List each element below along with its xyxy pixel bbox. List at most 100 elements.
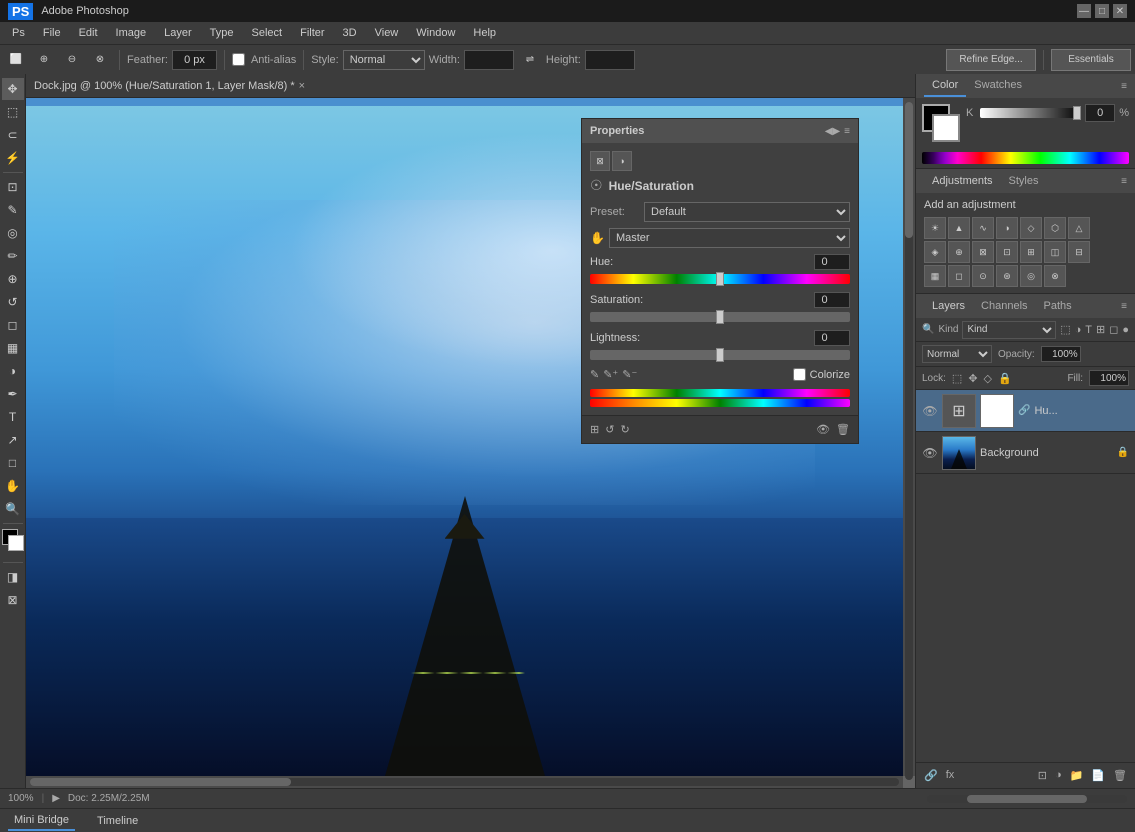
prop-icon-2[interactable]: ◑ [612, 151, 632, 171]
layer-adj-btn[interactable]: ◑ [1055, 769, 1062, 782]
window-controls[interactable]: — □ ✕ [1077, 4, 1127, 18]
crop-tool[interactable]: ⊡ [2, 176, 24, 198]
levels-icon[interactable]: ▲ [948, 217, 970, 239]
layer-item-background[interactable]: 👁 Background 🔒 [916, 432, 1135, 474]
layer-delete-btn[interactable]: 🗑 [1113, 769, 1127, 782]
curves-icon[interactable]: ∿ [972, 217, 994, 239]
saturation-handle[interactable] [716, 310, 724, 324]
fill-input[interactable] [1089, 370, 1129, 386]
lock-artboard-icon[interactable]: ◇ [984, 372, 992, 385]
width-input[interactable] [464, 50, 514, 70]
hue-value-input[interactable]: 0 [814, 254, 850, 270]
properties-menu-icon[interactable]: ≡ [844, 126, 850, 137]
color-fill-icon[interactable]: ⊛ [996, 265, 1018, 287]
preset-select[interactable]: Default Custom [644, 202, 850, 222]
k-value-input[interactable] [1085, 104, 1115, 122]
background-color[interactable] [8, 535, 24, 551]
maximize-button[interactable]: □ [1095, 4, 1109, 18]
hscroll-thumb[interactable] [30, 778, 291, 786]
subtract-btn[interactable]: ⊖ [60, 49, 84, 71]
refine-edge-button[interactable]: Refine Edge... [946, 49, 1036, 71]
quick-mask-tool[interactable]: ◨ [2, 566, 24, 588]
intersect-btn[interactable]: ⊗ [88, 49, 112, 71]
layer-vis-bg[interactable]: 👁 [922, 446, 938, 460]
gradient-tool[interactable]: ▦ [2, 337, 24, 359]
type-tool[interactable]: T [2, 406, 24, 428]
visibility-icon[interactable]: 👁 [816, 423, 830, 436]
swap-dimensions-btn[interactable]: ⇌ [518, 49, 542, 71]
channels-tab[interactable]: Channels [973, 296, 1035, 316]
color-tab[interactable]: Color [924, 75, 966, 97]
filter-type-icon[interactable]: T [1085, 324, 1092, 336]
history-brush-tool[interactable]: ↺ [2, 291, 24, 313]
reset-icon[interactable]: ↻ [620, 423, 629, 436]
layer-new-btn[interactable]: 📄 [1091, 769, 1105, 782]
layer-group-btn[interactable]: 📁 [1070, 769, 1084, 782]
add-btn[interactable]: ⊕ [32, 49, 56, 71]
background-color-swatch[interactable] [932, 114, 960, 142]
close-button[interactable]: ✕ [1113, 4, 1127, 18]
opacity-input[interactable] [1041, 346, 1081, 362]
layers-tab[interactable]: Layers [924, 296, 973, 316]
pen-tool[interactable]: ✒ [2, 383, 24, 405]
paths-tab[interactable]: Paths [1036, 296, 1080, 316]
minimize-button[interactable]: — [1077, 4, 1091, 18]
hue-sat-icon2[interactable]: ⬡ [1044, 217, 1066, 239]
exposure-icon[interactable]: ◑ [996, 217, 1018, 239]
preview-btn[interactable]: ▶ [52, 793, 60, 804]
gradient-map-icon[interactable]: ▦ [924, 265, 946, 287]
layer-link-icon[interactable]: 🔗 [924, 769, 938, 782]
screen-mode-btn[interactable]: ⊠ [2, 589, 24, 611]
menu-3d[interactable]: 3D [335, 25, 365, 41]
lightness-value-input[interactable] [814, 330, 850, 346]
style-select[interactable]: Normal Fixed Ratio Fixed Size [343, 50, 425, 70]
path-select-tool[interactable]: ↗ [2, 429, 24, 451]
menu-ps[interactable]: Ps [4, 25, 33, 41]
height-input[interactable] [585, 50, 635, 70]
menu-image[interactable]: Image [108, 25, 155, 41]
menu-help[interactable]: Help [465, 25, 504, 41]
feather-input[interactable] [172, 50, 217, 70]
menu-window[interactable]: Window [408, 25, 463, 41]
delete-icon[interactable]: 🗑 [836, 423, 850, 436]
colorize-checkbox[interactable] [793, 368, 806, 381]
adjustments-tab[interactable]: Adjustments [924, 171, 1001, 191]
clip-to-layer-icon[interactable]: ⊞ [590, 423, 599, 436]
canvas-hscroll[interactable] [26, 776, 903, 788]
marquee-tool-btn[interactable]: ⬜ [4, 49, 28, 71]
lock-pixels-icon[interactable]: ⬚ [952, 372, 962, 385]
layer-item-hue-sat[interactable]: 👁 ⊞ 🔗 Hu... [916, 390, 1135, 432]
filter-toggle[interactable]: ● [1122, 324, 1129, 336]
threshold-icon[interactable]: ⊟ [1068, 241, 1090, 263]
dodge-tool[interactable]: ◑ [2, 360, 24, 382]
canvas-vscroll[interactable] [903, 98, 915, 776]
eraser-tool[interactable]: ◻ [2, 314, 24, 336]
move-tool[interactable]: ✥ [2, 78, 24, 100]
timeline-tab[interactable]: Timeline [91, 812, 144, 830]
channel-select[interactable]: Master Reds Yellows Greens Cyans Blues M… [609, 228, 850, 248]
kind-select[interactable]: Kind Name Effect Mode Attribute Color [962, 321, 1056, 339]
posterize-icon[interactable]: ◫ [1044, 241, 1066, 263]
menu-select[interactable]: Select [244, 25, 291, 41]
eyedrop-set-icon[interactable]: ✎ [590, 368, 599, 381]
vscroll-thumb[interactable] [905, 102, 913, 238]
invert-icon[interactable]: ⊞ [1020, 241, 1042, 263]
mini-bridge-tab[interactable]: Mini Bridge [8, 811, 75, 831]
layer-mask-btn[interactable]: ⊡ [1038, 769, 1047, 782]
filter-shape-icon[interactable]: ⊞ [1096, 323, 1105, 336]
menu-type[interactable]: Type [202, 25, 242, 41]
shape-tool[interactable]: □ [2, 452, 24, 474]
vibrance-icon[interactable]: ◇ [1020, 217, 1042, 239]
antialias-checkbox[interactable] [232, 53, 245, 66]
filter-adj-icon[interactable]: ◑ [1075, 324, 1082, 336]
k-slider-handle[interactable] [1073, 106, 1081, 120]
eyedropper-tool[interactable]: ✎ [2, 199, 24, 221]
layer-vis-hue-sat[interactable]: 👁 [922, 404, 938, 418]
spot-heal-tool[interactable]: ◎ [2, 222, 24, 244]
canvas-tab-close[interactable]: × [299, 80, 305, 92]
properties-expand-icon[interactable]: ◀▶ [825, 126, 840, 137]
hue-handle[interactable] [716, 272, 724, 286]
menu-edit[interactable]: Edit [71, 25, 106, 41]
lightness-handle[interactable] [716, 348, 724, 362]
swatches-tab[interactable]: Swatches [966, 75, 1030, 97]
